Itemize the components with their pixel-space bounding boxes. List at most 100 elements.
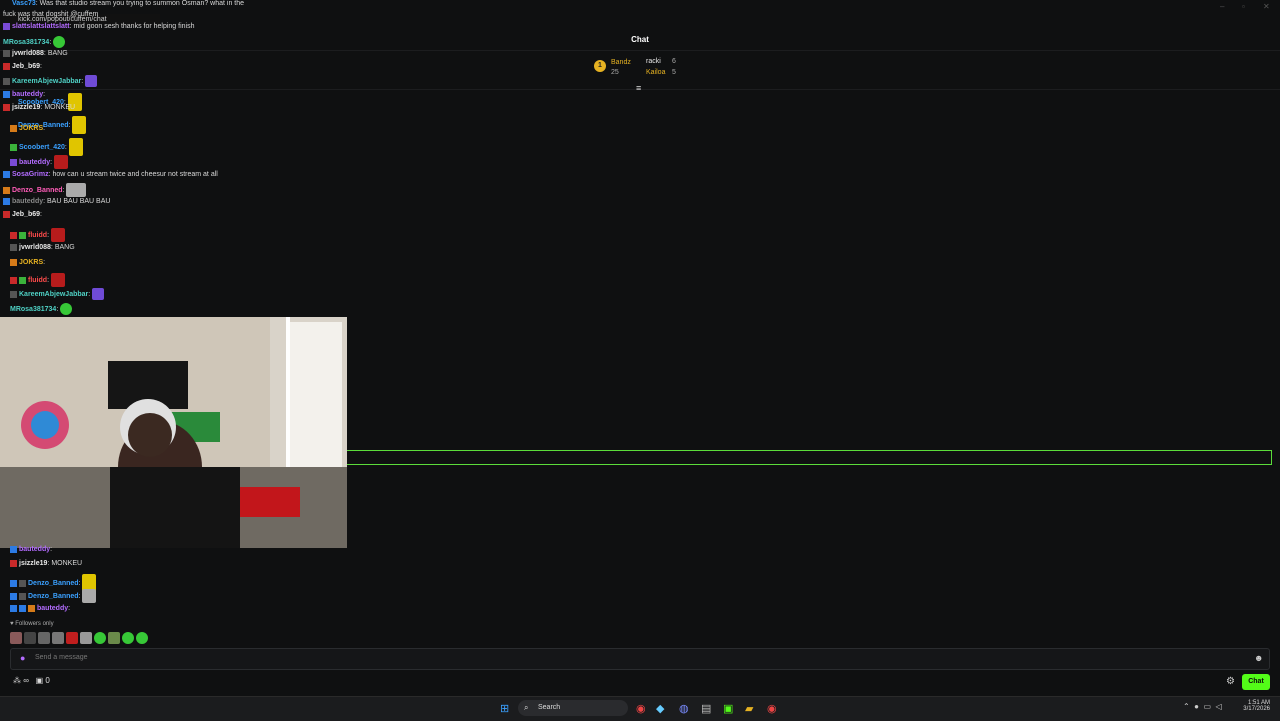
emote-icon[interactable] — [79, 632, 92, 644]
share-icon[interactable]: ⁂ — [13, 676, 21, 685]
chat-message: bauteddy: BAU BAU BAU BAU — [3, 197, 110, 206]
chat-message: bauteddy: — [10, 604, 70, 613]
filter-icon[interactable]: ≡ — [636, 83, 641, 93]
emote-icon — [66, 183, 87, 197]
mic-tray-icon[interactable]: ● — [1194, 702, 1199, 711]
folder-icon[interactable]: ▰ — [745, 702, 753, 715]
emote-icon[interactable] — [23, 632, 36, 644]
badge-icon — [3, 90, 10, 98]
search-icon: ⌕ — [524, 703, 529, 712]
gear-icon[interactable]: ⚙ — [1226, 676, 1235, 687]
badge-icon — [10, 604, 17, 612]
chat-message: bauteddy: — [10, 545, 52, 554]
badge-icon — [19, 592, 26, 600]
start-icon[interactable]: ⊞ — [500, 702, 509, 715]
gift-icon[interactable]: ▣ — [36, 676, 44, 685]
badge-icon — [19, 231, 26, 239]
chat-stats[interactable]: ⁂ ∞ ▣ 0 — [13, 676, 50, 685]
badge-icon — [3, 103, 10, 111]
chat-message: jsizzle19: MONKEU — [3, 103, 75, 112]
emote-icon — [50, 228, 65, 242]
recent-emotes[interactable] — [10, 632, 160, 644]
badge-icon — [10, 158, 17, 166]
steam-icon[interactable]: ◆ — [656, 702, 664, 715]
emote-icon — [92, 288, 105, 300]
taskbar-search[interactable] — [518, 700, 628, 716]
search-label: Search — [538, 704, 561, 711]
badge-icon — [3, 77, 10, 85]
badge-icon — [10, 559, 17, 567]
emote-icon — [68, 138, 83, 156]
message-placeholder: Send a message — [35, 654, 88, 661]
emoji-icon[interactable]: ☻ — [1254, 653, 1263, 663]
chat-message: fuck was that dogshit @cuffem — [3, 11, 99, 18]
leader-second-count: 6 — [672, 58, 676, 65]
webcam-overlay — [0, 317, 347, 548]
network-icon[interactable]: ▭ — [1203, 702, 1211, 711]
chat-message: Scoobert_420: — [10, 138, 83, 156]
chat-message: bauteddy: — [10, 155, 69, 169]
badge-icon — [10, 124, 17, 132]
emote-icon — [72, 116, 87, 134]
badge-icon — [3, 22, 10, 30]
chat-message: jvwrld088: BANG — [10, 243, 75, 252]
emote-icon — [50, 273, 65, 287]
gifts-value: 0 — [45, 676, 50, 685]
emote-icon[interactable] — [93, 632, 106, 644]
emote-icon[interactable] — [135, 632, 148, 644]
clock[interactable]: 1:51 AM 3/17/2026 — [1234, 700, 1270, 712]
badge-icon — [3, 186, 10, 194]
leaderboard[interactable]: 1 Bandz 25 racki 6 Kailoa 5 — [594, 57, 694, 81]
close-icon[interactable]: ✕ — [1263, 2, 1270, 11]
chat-message: MRosa381734: — [10, 303, 73, 315]
chat-message: jvwrld088: BANG — [3, 49, 68, 58]
minimize-icon[interactable]: – — [1220, 2, 1224, 11]
badge-icon — [19, 579, 26, 587]
emote-icon — [82, 589, 97, 603]
badge-icon — [10, 290, 17, 298]
system-tray[interactable]: ⌃ ● ▭ ◁ — [1183, 702, 1222, 711]
chat-message: Vasc73: Was that studio stream you tryin… — [12, 0, 245, 7]
maximize-icon[interactable]: ▫ — [1242, 2, 1245, 11]
leader-first-count: 25 — [611, 69, 619, 76]
browser-icon[interactable]: ◉ — [767, 702, 777, 715]
emote-icon[interactable] — [107, 632, 120, 644]
emote-icon — [60, 303, 73, 315]
badge-icon — [3, 210, 10, 218]
badge-icon — [19, 276, 26, 284]
chevron-up-icon[interactable]: ⌃ — [1183, 702, 1190, 711]
chat-message: fluidd: — [10, 228, 65, 242]
message-input[interactable] — [10, 648, 1270, 670]
chat-message: KareemAbjewJabbar: — [10, 288, 105, 300]
leader-third-count: 5 — [672, 69, 676, 76]
emote-icon — [53, 36, 66, 48]
microphone-icon[interactable]: ● — [20, 653, 25, 663]
badge-icon — [3, 62, 10, 70]
chat-message: JOKRS: — [10, 124, 45, 133]
chat-message: Denzo_Banned: — [10, 589, 97, 603]
emote-icon[interactable] — [121, 632, 134, 644]
discord-icon[interactable]: ◍ — [679, 702, 689, 715]
chat-message: fluidd: — [10, 273, 65, 287]
app-icon[interactable]: ▤ — [701, 702, 711, 715]
clock-date: 3/17/2026 — [1243, 706, 1270, 712]
chat-send-button[interactable]: Chat — [1242, 674, 1270, 690]
focus-outline — [347, 450, 1272, 465]
chrome-icon[interactable]: ◉ — [636, 702, 646, 715]
emote-icon[interactable] — [65, 632, 78, 644]
badge-icon — [10, 579, 17, 587]
badge-icon — [10, 231, 17, 239]
leader-first-name: Bandz — [611, 59, 631, 66]
volume-icon[interactable]: ◁ — [1215, 702, 1221, 711]
badge-icon — [28, 604, 35, 612]
chat-message: Jeb_b69: — [3, 210, 42, 219]
rank-badge-icon: 1 — [594, 60, 606, 72]
badge-icon — [3, 197, 10, 205]
kick-icon[interactable]: ▣ — [723, 702, 733, 715]
emote-icon[interactable] — [10, 632, 22, 644]
emote-icon[interactable] — [51, 632, 64, 644]
emote-icon[interactable] — [37, 632, 50, 644]
chat-message: JOKRS: — [10, 258, 45, 267]
badge-icon — [3, 170, 10, 178]
badge-icon — [10, 143, 17, 151]
